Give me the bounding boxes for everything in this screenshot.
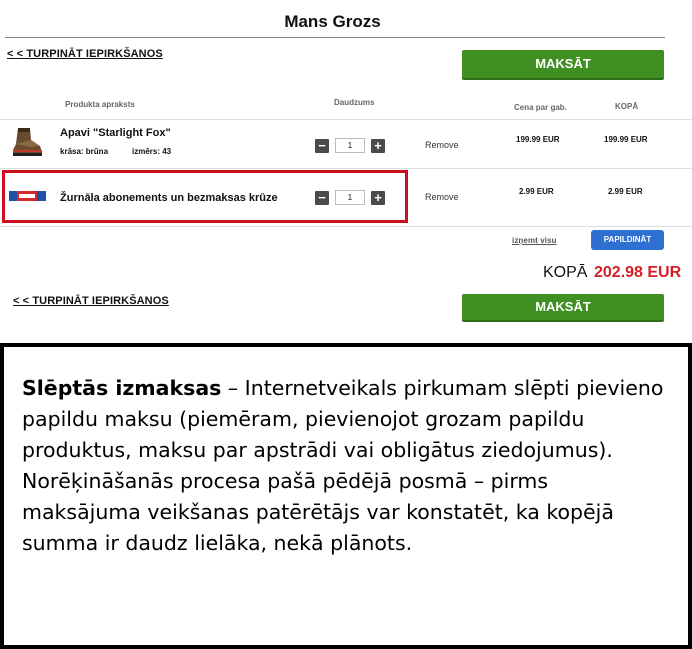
item-unit-price: 2.99 EUR (519, 187, 554, 196)
item-total-price: 199.99 EUR (604, 135, 648, 144)
quantity-input[interactable]: 1 (335, 138, 365, 153)
highlight-box (2, 170, 408, 223)
continue-shopping-link-bottom[interactable]: < < TURPINĀT IEPIRKŠANOS (13, 295, 169, 307)
page-title: Mans Grozs (284, 12, 381, 31)
row-divider (0, 226, 692, 227)
update-cart-button[interactable]: PAPILDINĀT (591, 230, 664, 250)
explanation-text: – Internetveikals pirkumam slēpti pievie… (22, 376, 664, 555)
column-header-total: KOPĀ (615, 102, 639, 111)
grand-total-label: KOPĀ (543, 264, 588, 281)
column-header-quantity: Daudzums (334, 98, 375, 107)
item-total-price: 2.99 EUR (608, 187, 643, 196)
remove-item-link[interactable]: Remove (425, 140, 459, 150)
decrease-quantity-button[interactable]: − (315, 138, 329, 153)
item-size: izmērs: 43 (132, 147, 172, 156)
title-divider (5, 37, 665, 38)
pay-button-top[interactable]: MAKSĀT (462, 50, 664, 80)
pay-button-bottom[interactable]: MAKSĀT (462, 294, 664, 322)
item-unit-price: 199.99 EUR (516, 135, 560, 144)
explanation-term: Slēptās izmaksas (22, 376, 222, 400)
row-divider (0, 168, 692, 169)
item-color: krāsa: brūna (60, 147, 109, 156)
remove-item-link[interactable]: Remove (425, 192, 459, 202)
clear-cart-link[interactable]: izņemt visu (512, 236, 557, 245)
explanation-box: Slēptās izmaksas – Internetveikals pirku… (0, 343, 692, 649)
column-header-unit-price: Cena par gab. (514, 103, 567, 112)
row-divider (0, 119, 692, 120)
continue-shopping-link-top[interactable]: < < TURPINĀT IEPIRKŠANOS (7, 48, 163, 60)
column-header-description: Produkta apraksts (65, 100, 135, 109)
grand-total-value: 202.98 EUR (594, 264, 682, 281)
boot-icon (10, 126, 44, 158)
quantity-stepper: − 1 + (315, 138, 385, 153)
item-name[interactable]: Apavi "Starlight Fox" (60, 127, 171, 139)
increase-quantity-button[interactable]: + (371, 138, 385, 153)
